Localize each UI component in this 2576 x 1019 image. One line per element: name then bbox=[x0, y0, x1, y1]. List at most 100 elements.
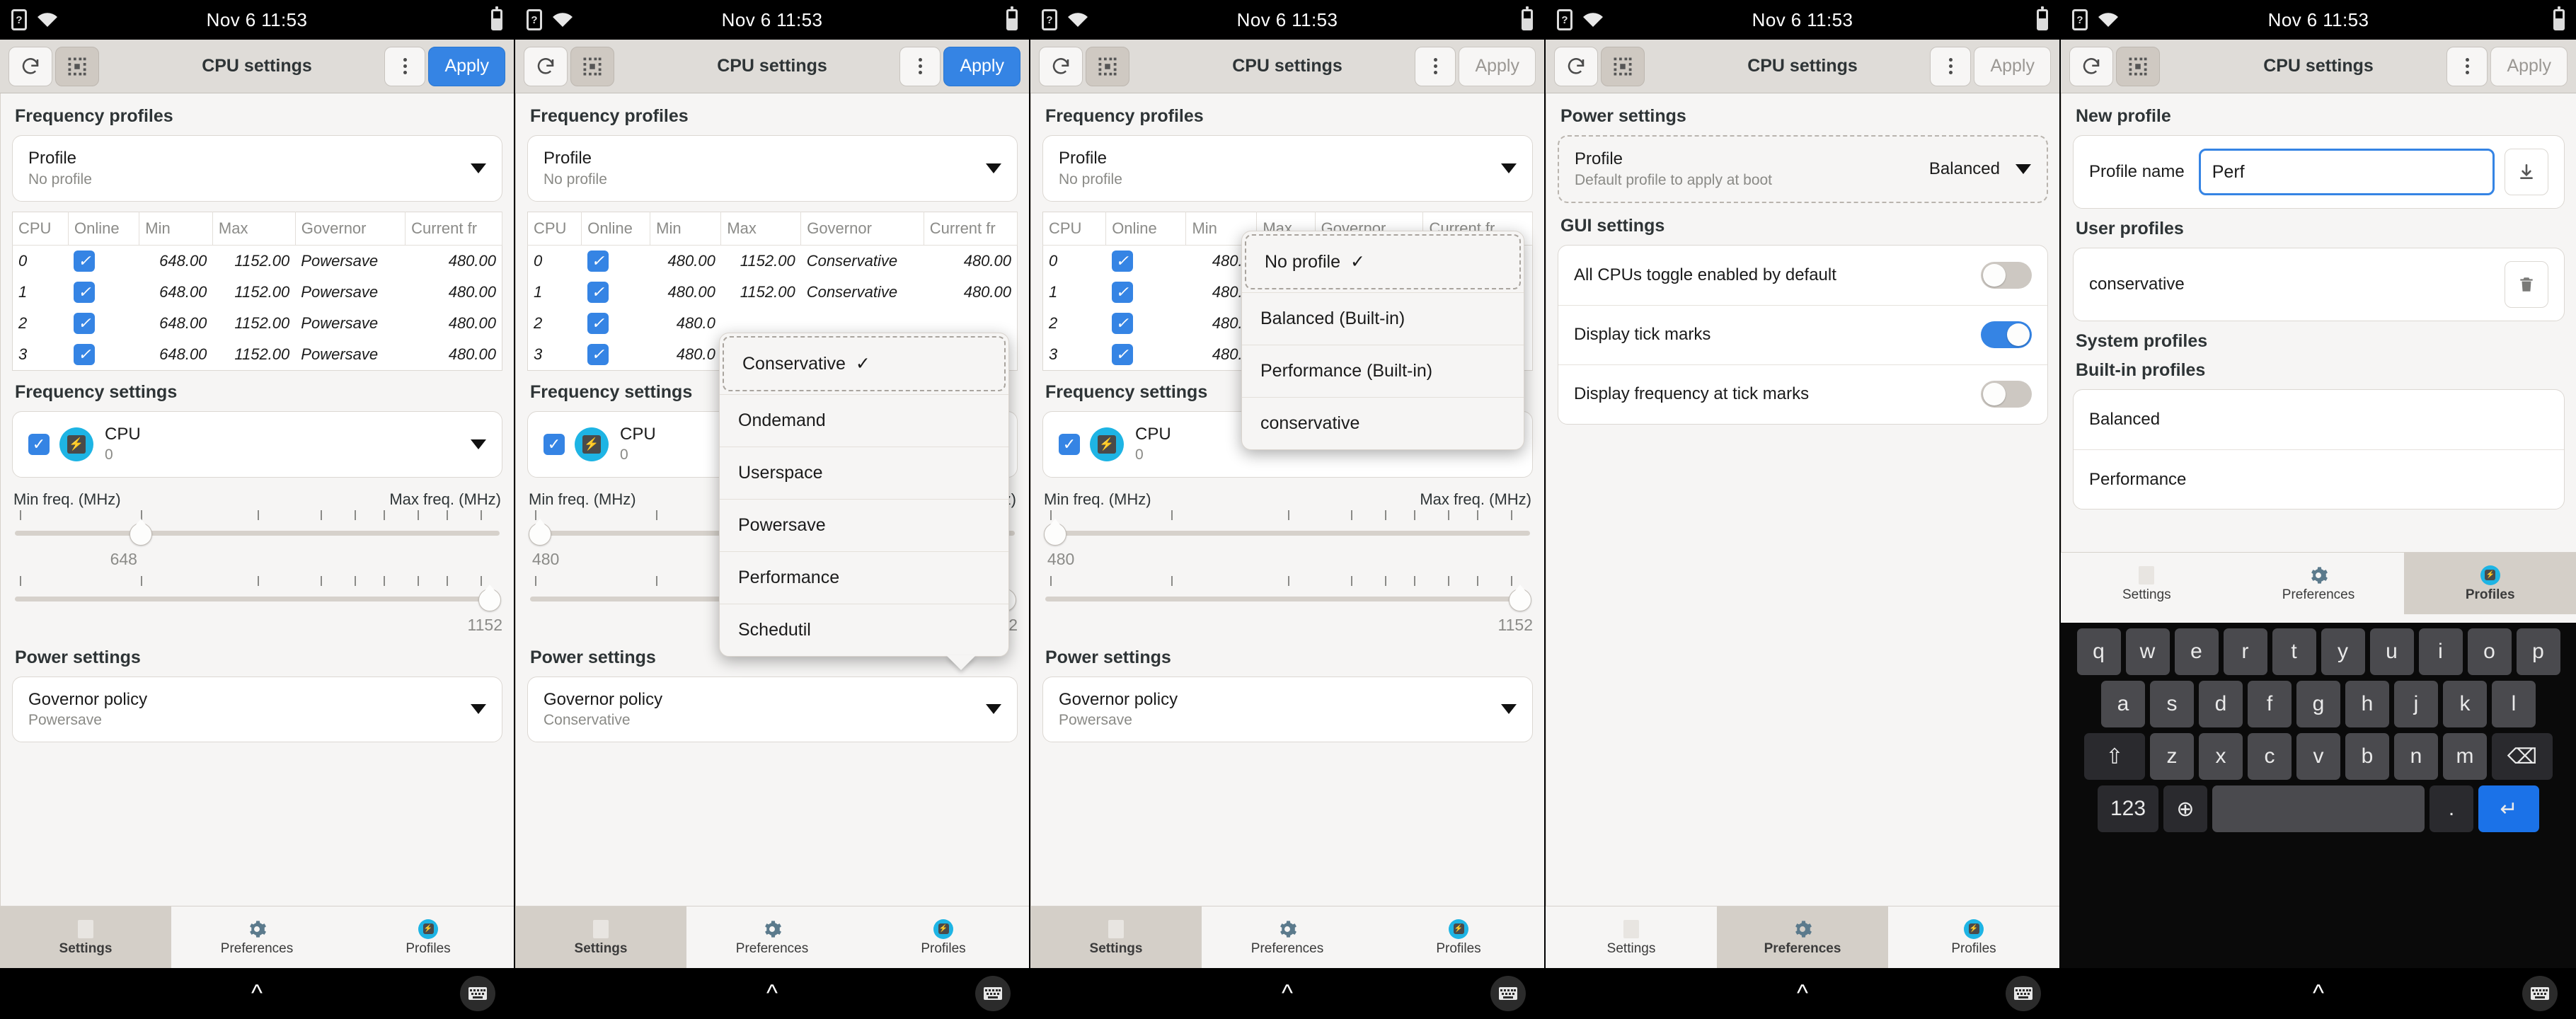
tab-profiles[interactable]: ⚡ Profiles bbox=[1373, 906, 1544, 968]
online-checkbox[interactable]: ✓ bbox=[1111, 312, 1133, 334]
display-freq-at-ticks-toggle[interactable] bbox=[1981, 381, 2032, 408]
cell-online[interactable]: ✓ bbox=[582, 277, 650, 308]
tab-preferences[interactable]: Preferences bbox=[2233, 553, 2405, 614]
numbers-key[interactable]: 123 bbox=[2098, 785, 2158, 832]
profile-select-card[interactable]: Profile No profile bbox=[12, 135, 502, 202]
online-checkbox[interactable]: ✓ bbox=[74, 343, 96, 365]
select-all-button[interactable] bbox=[570, 46, 614, 86]
select-all-button[interactable] bbox=[1086, 46, 1129, 86]
profile-select-card[interactable]: Profile No profile bbox=[527, 135, 1018, 202]
refresh-button[interactable] bbox=[2069, 46, 2113, 86]
cell-online[interactable]: ✓ bbox=[68, 339, 139, 371]
key-y[interactable]: y bbox=[2321, 628, 2365, 675]
tab-preferences[interactable]: Preferences bbox=[686, 906, 858, 968]
profile-popover[interactable]: No profile ✓ Balanced (Built-in) Perform… bbox=[1241, 231, 1524, 450]
popover-item[interactable]: Schedutil bbox=[720, 604, 1008, 656]
select-all-button[interactable] bbox=[2116, 46, 2160, 86]
key-o[interactable]: o bbox=[2467, 628, 2512, 675]
popover-item[interactable]: Ondemand bbox=[720, 394, 1008, 447]
popover-item[interactable]: Powersave bbox=[720, 499, 1008, 551]
keyboard-icon[interactable] bbox=[1490, 976, 1526, 1011]
all-cpus-toggle[interactable] bbox=[1981, 261, 2032, 289]
online-checkbox[interactable]: ✓ bbox=[587, 250, 609, 272]
tab-settings[interactable]: Settings bbox=[515, 906, 686, 968]
globe-icon[interactable]: ⊕ bbox=[2163, 785, 2207, 832]
overflow-menu-button[interactable] bbox=[1415, 46, 1456, 86]
keyboard-icon[interactable] bbox=[2522, 976, 2558, 1011]
key-k[interactable]: k bbox=[2443, 681, 2487, 727]
cell-online[interactable]: ✓ bbox=[1106, 245, 1186, 277]
select-all-button[interactable] bbox=[55, 46, 99, 86]
popover-item[interactable]: Userspace bbox=[720, 447, 1008, 499]
online-checkbox[interactable]: ✓ bbox=[1111, 281, 1133, 303]
key-d[interactable]: d bbox=[2199, 681, 2243, 727]
backspace-key[interactable]: ⌫ bbox=[2492, 733, 2553, 780]
tab-preferences[interactable]: Preferences bbox=[1202, 906, 1373, 968]
select-all-button[interactable] bbox=[1601, 46, 1645, 86]
key-l[interactable]: l bbox=[2492, 681, 2536, 727]
period-key[interactable]: . bbox=[2430, 785, 2473, 832]
chevron-up-icon[interactable]: ^ bbox=[1282, 981, 1293, 1006]
display-tick-marks-toggle[interactable] bbox=[1981, 321, 2032, 349]
table-row[interactable]: 0 ✓ 648.00 1152.00 Powersave 480.00 bbox=[13, 245, 502, 277]
online-checkbox[interactable]: ✓ bbox=[74, 312, 96, 334]
refresh-button[interactable] bbox=[524, 46, 568, 86]
profile-select-card[interactable]: Profile No profile bbox=[1042, 135, 1533, 202]
key-i[interactable]: i bbox=[2418, 628, 2463, 675]
apply-button[interactable]: Apply bbox=[1459, 46, 1536, 86]
key-e[interactable]: e bbox=[2174, 628, 2219, 675]
popover-item-selected[interactable]: Conservative ✓ bbox=[723, 336, 1006, 391]
popover-item-selected[interactable]: No profile ✓ bbox=[1245, 234, 1521, 289]
pref-row-display-freq-at-ticks[interactable]: Display frequency at tick marks bbox=[1558, 364, 2047, 424]
tab-preferences[interactable]: Preferences bbox=[1717, 906, 1888, 968]
keyboard-icon[interactable] bbox=[460, 976, 495, 1011]
shift-key[interactable]: ⇧ bbox=[2084, 733, 2145, 780]
min-freq-slider[interactable] bbox=[15, 522, 500, 546]
online-checkbox[interactable]: ✓ bbox=[587, 281, 609, 303]
save-profile-button[interactable] bbox=[2505, 149, 2548, 195]
key-a[interactable]: a bbox=[2101, 681, 2145, 727]
builtin-profile-row[interactable]: Balanced bbox=[2074, 390, 2564, 449]
table-row[interactable]: 3 ✓ 648.00 1152.00 Powersave 480.00 bbox=[13, 339, 502, 371]
apply-button[interactable]: Apply bbox=[943, 46, 1020, 86]
overflow-menu-button[interactable] bbox=[2446, 46, 2488, 86]
cell-online[interactable]: ✓ bbox=[68, 277, 139, 308]
tab-profiles[interactable]: ⚡ Profiles bbox=[858, 906, 1029, 968]
key-s[interactable]: s bbox=[2150, 681, 2194, 727]
refresh-button[interactable] bbox=[8, 46, 52, 86]
min-slider-thumb[interactable] bbox=[1043, 522, 1066, 546]
overflow-menu-button[interactable] bbox=[899, 46, 941, 86]
tab-profiles[interactable]: ⚡ Profiles bbox=[343, 906, 514, 968]
chevron-up-icon[interactable]: ^ bbox=[251, 981, 263, 1006]
tab-settings[interactable]: Settings bbox=[0, 906, 171, 968]
popover-item[interactable]: Balanced (Built-in) bbox=[1242, 292, 1524, 345]
popover-item[interactable]: Performance (Built-in) bbox=[1242, 345, 1524, 397]
pref-row-all-cpus-toggle[interactable]: All CPUs toggle enabled by default bbox=[1558, 246, 2047, 305]
key-w[interactable]: w bbox=[2125, 628, 2170, 675]
max-slider-thumb[interactable] bbox=[478, 588, 502, 611]
chevron-up-icon[interactable]: ^ bbox=[1797, 981, 1808, 1006]
key-b[interactable]: b bbox=[2345, 733, 2389, 780]
apply-button[interactable]: Apply bbox=[428, 46, 505, 86]
max-freq-slider[interactable] bbox=[1045, 587, 1532, 611]
popover-item[interactable]: conservative bbox=[1242, 397, 1524, 449]
enter-key[interactable]: ↵ bbox=[2478, 785, 2539, 832]
cell-online[interactable]: ✓ bbox=[1106, 339, 1186, 371]
overflow-menu-button[interactable] bbox=[384, 46, 426, 86]
tab-settings[interactable]: Settings bbox=[1030, 906, 1202, 968]
cell-online[interactable]: ✓ bbox=[1106, 277, 1186, 308]
pref-row-display-tick-marks[interactable]: Display tick marks bbox=[1558, 304, 2047, 364]
online-checkbox[interactable]: ✓ bbox=[74, 250, 96, 272]
tab-settings[interactable]: Settings bbox=[2061, 553, 2233, 614]
key-p[interactable]: p bbox=[2516, 628, 2560, 675]
apply-button[interactable]: Apply bbox=[1974, 46, 2051, 86]
tab-profiles[interactable]: ⚡ Profiles bbox=[2404, 553, 2576, 614]
online-checkbox[interactable]: ✓ bbox=[1111, 343, 1133, 365]
key-z[interactable]: z bbox=[2150, 733, 2194, 780]
max-freq-slider[interactable] bbox=[15, 587, 502, 611]
max-slider-thumb[interactable] bbox=[1509, 588, 1532, 611]
governor-policy-card[interactable]: Governor policy Conservative bbox=[527, 676, 1018, 743]
table-row[interactable]: 1 ✓ 648.00 1152.00 Powersave 480.00 bbox=[13, 277, 502, 308]
min-slider-thumb[interactable] bbox=[528, 522, 551, 546]
table-row[interactable]: 0 ✓ 480.00 1152.00 Conservative 480.00 bbox=[528, 245, 1018, 277]
